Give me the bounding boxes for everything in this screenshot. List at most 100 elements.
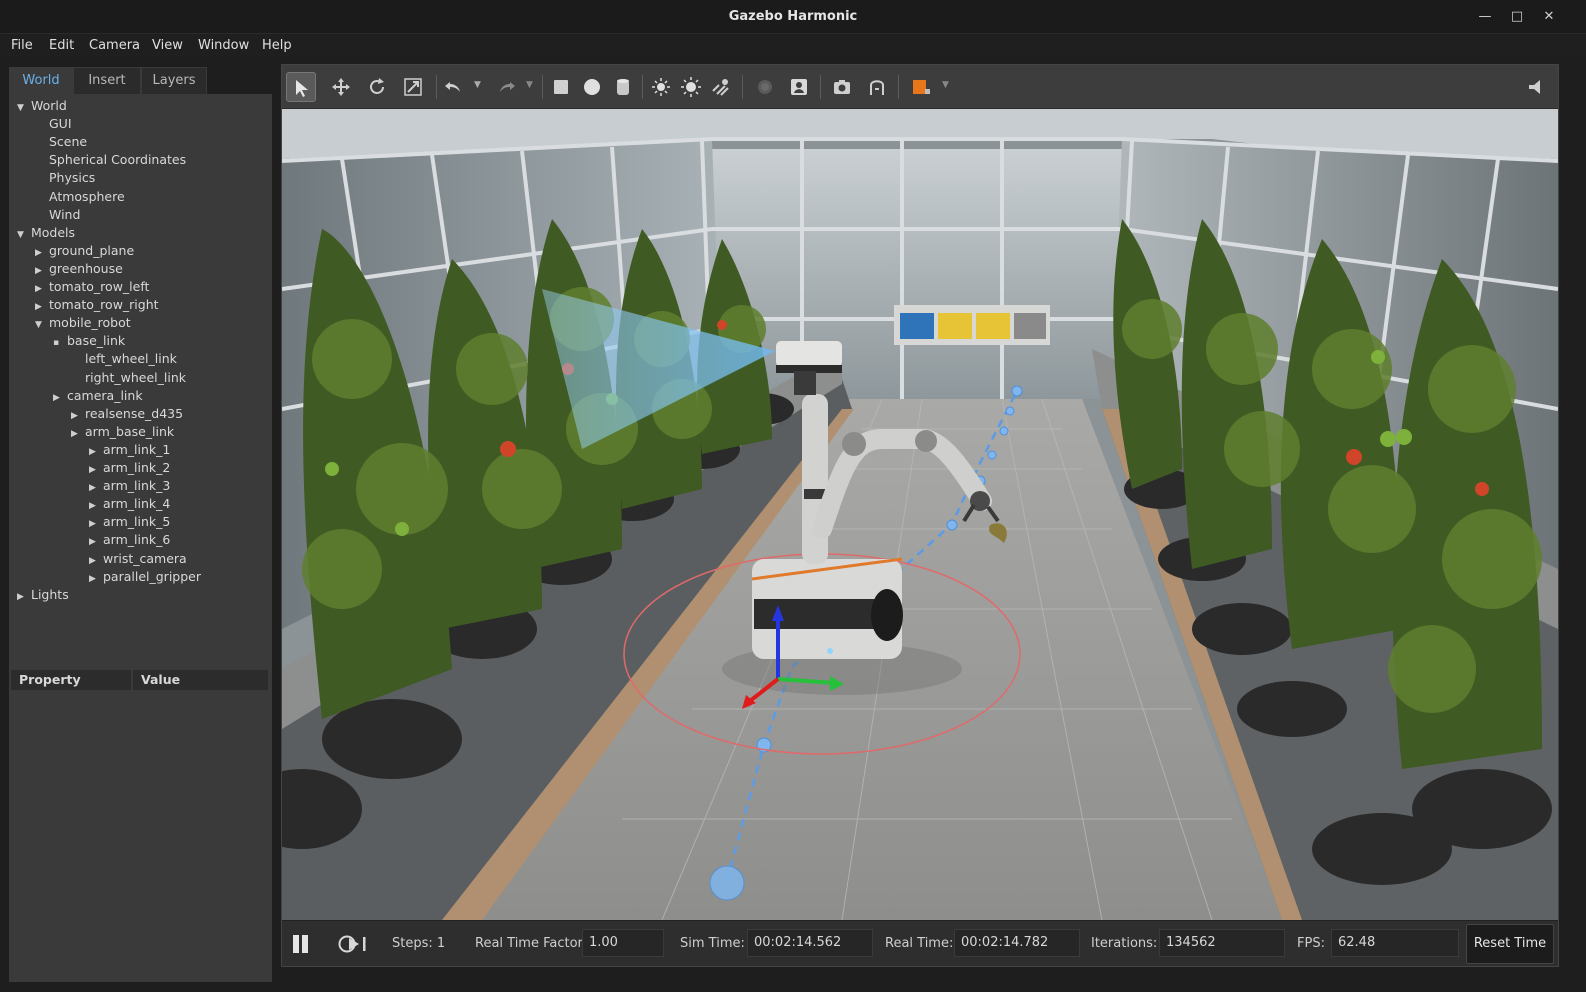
menu-view[interactable]: View	[152, 38, 183, 53]
tree-item-label: base_link	[67, 333, 126, 349]
chevron-right-icon[interactable]: ▶	[17, 588, 31, 606]
fps-field: 62.48	[1331, 929, 1459, 957]
tree-item[interactable]: Atmosphere	[35, 188, 125, 206]
tree-item[interactable]: ▶ realsense_d435	[71, 405, 183, 423]
cylinder-shape-icon[interactable]	[608, 72, 638, 102]
point-light-icon[interactable]	[646, 72, 676, 102]
tree-item-label: arm_link_5	[103, 514, 171, 530]
tree-item-label: tomato_row_right	[49, 297, 159, 313]
chevron-down-icon[interactable]: ▼	[17, 99, 31, 117]
maximize-icon[interactable]: □	[1506, 7, 1528, 27]
tree-item[interactable]: ▶ arm_link_5	[89, 513, 170, 531]
minimize-icon[interactable]: —	[1474, 7, 1496, 27]
tree-item-label: arm_link_6	[103, 532, 171, 548]
spot-light-icon[interactable]	[706, 72, 736, 102]
panel-tabs: World Insert Layers	[9, 64, 272, 94]
tree-item[interactable]: ▶ ground_plane	[35, 242, 134, 260]
tree-item[interactable]: Spherical Coordinates	[35, 151, 186, 169]
tree-item[interactable]: ▶ arm_link_6	[89, 531, 170, 549]
tree-item-label: tomato_row_left	[49, 279, 150, 294]
tree-item[interactable]: ▪ base_link	[53, 332, 125, 350]
directional-light-icon[interactable]	[676, 72, 706, 102]
tree-item[interactable]: ▶ tomato_row_right	[35, 296, 159, 314]
translate-icon[interactable]	[326, 72, 356, 102]
scale-icon[interactable]	[398, 72, 428, 102]
steps-label: Steps: 1	[392, 936, 446, 951]
tree-item[interactable]: ▶ Lights	[17, 586, 69, 604]
screenshot-icon[interactable]	[827, 72, 857, 102]
tree-item[interactable]: left_wheel_link	[71, 350, 177, 368]
tab-world[interactable]: World	[9, 67, 73, 94]
model-icon[interactable]	[750, 72, 780, 102]
mesh-icon[interactable]	[784, 72, 814, 102]
tree-item-label: ground_plane	[49, 242, 135, 258]
rtf-field: 1.00	[582, 929, 664, 957]
tree-item[interactable]: ▼ Models	[17, 224, 75, 242]
tree-item[interactable]: Physics	[35, 169, 95, 187]
tree-item-label: Physics	[49, 170, 96, 186]
tree-item-label: Spherical Coordinates	[49, 152, 187, 168]
tree-item-label: arm_link_3	[103, 478, 171, 494]
tab-layers[interactable]: Layers	[141, 67, 207, 94]
box-shape-icon[interactable]	[546, 72, 576, 102]
pause-icon[interactable]	[292, 935, 310, 953]
collapse-icon[interactable]	[1521, 72, 1551, 102]
tree-item[interactable]: ▶ arm_link_2	[89, 459, 170, 477]
fps-label: FPS:	[1297, 936, 1325, 951]
tree-item-label: arm_link_1	[103, 441, 171, 457]
chevron-down-icon[interactable]: ▼	[35, 316, 49, 334]
menu-camera[interactable]: Camera	[89, 38, 140, 53]
iterations-field: 134562	[1159, 929, 1285, 957]
tree-item[interactable]: ▶ parallel_gripper	[89, 568, 201, 586]
rotate-icon[interactable]	[362, 72, 392, 102]
tree-item[interactable]: ▶ arm_link_1	[89, 441, 170, 459]
tab-insert[interactable]: Insert	[73, 67, 141, 94]
tree-item[interactable]: ▶ arm_link_3	[89, 477, 170, 495]
bullet-icon[interactable]: ▪	[53, 334, 67, 352]
tree-item-label: left_wheel_link	[85, 351, 177, 367]
iterations-label: Iterations:	[1091, 936, 1158, 951]
reset-time-button[interactable]: Reset Time	[1466, 924, 1554, 964]
tree-item[interactable]: ▶ greenhouse	[35, 260, 123, 278]
tree-item-label: right_wheel_link	[85, 369, 186, 385]
tree-item[interactable]: Wind	[35, 206, 80, 224]
tree-item[interactable]: GUI	[35, 115, 72, 133]
tree-item-label: Atmosphere	[49, 188, 125, 204]
sphere-shape-icon[interactable]	[577, 72, 607, 102]
property-table: Property Value	[9, 670, 272, 982]
chevron-right-icon[interactable]: ▶	[89, 570, 103, 588]
close-icon[interactable]: ✕	[1538, 7, 1560, 27]
chevron-right-icon[interactable]: ▶	[71, 425, 85, 443]
redo-icon[interactable]	[492, 72, 522, 102]
tree-item[interactable]: ▼ mobile_robot	[35, 314, 131, 332]
align-icon[interactable]	[862, 72, 892, 102]
tree-item-label: Models	[31, 224, 76, 240]
menu-file[interactable]: File	[11, 38, 33, 53]
color-swatch-icon[interactable]	[906, 72, 936, 102]
tree-item[interactable]: ▶ wrist_camera	[89, 550, 187, 568]
tree-item[interactable]: ▶ arm_link_4	[89, 495, 170, 513]
tree-item[interactable]: ▶ arm_base_link	[71, 423, 174, 441]
real-time-label: Real Time:	[885, 936, 954, 951]
tree-item-label: Scene	[49, 134, 88, 150]
tree-item-label: arm_base_link	[85, 423, 175, 439]
step-icon[interactable]	[337, 934, 369, 954]
tree-item-label: greenhouse	[49, 260, 123, 276]
sim-time-field: 00:02:14.562	[747, 929, 873, 957]
menu-help[interactable]: Help	[262, 38, 292, 53]
chevron-right-icon[interactable]: ▶	[53, 389, 67, 407]
menu-edit[interactable]: Edit	[49, 38, 74, 53]
tree-item[interactable]: ▶ tomato_row_left	[35, 278, 149, 296]
entity-tree: ▼ World GUI Scene Spherical Coordinates Physi…	[9, 94, 272, 664]
menu-window[interactable]: Window	[198, 38, 249, 53]
undo-icon[interactable]	[438, 72, 468, 102]
select-icon[interactable]	[286, 72, 316, 102]
tree-item[interactable]: Scene	[35, 133, 87, 151]
chevron-down-icon[interactable]: ▼	[17, 226, 31, 244]
tree-item-label: World	[31, 98, 67, 113]
tree-item[interactable]: right_wheel_link	[71, 369, 186, 387]
tree-item[interactable]: ▶ camera_link	[53, 387, 143, 405]
3d-scene-view[interactable]	[282, 109, 1558, 920]
tree-item[interactable]: ▼ World	[17, 97, 67, 115]
left-panel: World Insert Layers ▼ World GUI Scene Spheri…	[9, 64, 272, 982]
